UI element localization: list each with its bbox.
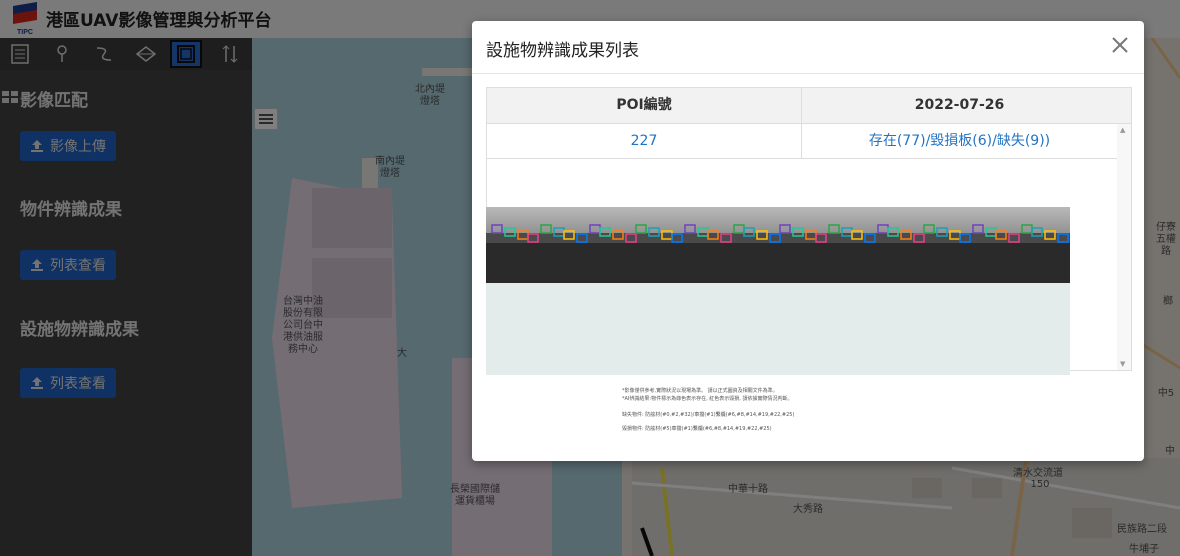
modal-header: 設施物辨識成果列表 <box>472 21 1144 74</box>
table-row: 227 存在(77)/毀損板(6)/缺失(9)) <box>487 124 1117 159</box>
poi-link[interactable]: 227 <box>487 124 801 158</box>
column-header-date: 2022-07-26 <box>914 97 1005 113</box>
result-link[interactable]: 存在(77)/毀損板(6)/缺失(9)) <box>802 124 1117 158</box>
result-notes: *影像僅供參考,實際狀況以現場為準。 請以正式圖資及相關文件為準。 *AI辨識結… <box>486 383 1106 457</box>
note-line: *影像僅供參考,實際狀況以現場為準。 請以正式圖資及相關文件為準。 <box>622 388 778 394</box>
table-scrollbar[interactable]: ▲ ▼ <box>1117 124 1131 370</box>
facility-result-modal: 設施物辨識成果列表 POI編號 2022-07-26 227 存在(77)/毀損… <box>472 21 1144 461</box>
note-line: *AI辨識結果:物件標示為綠色表示存在, 紅色表示毀損, 請依據實際情況判斷。 <box>622 396 793 402</box>
column-header-poi: POI編號 <box>616 97 672 113</box>
scroll-down-icon[interactable]: ▼ <box>1120 360 1125 368</box>
scroll-up-icon[interactable]: ▲ <box>1120 126 1125 134</box>
detection-image-background <box>486 283 1070 375</box>
modal-title: 設施物辨識成果列表 <box>486 41 639 61</box>
column-divider <box>801 88 802 158</box>
detection-image-canvas <box>486 207 1070 283</box>
close-icon[interactable] <box>1110 35 1130 55</box>
detection-image <box>486 207 1070 283</box>
missing-items-line: 缺失物件: 防舷材(#0,#2,#32)/車擋(#1)繫纜(#6,#8,#14,… <box>622 412 795 418</box>
table-header: POI編號 2022-07-26 <box>487 88 1131 124</box>
damaged-items-line: 毀損物件: 防舷材(#5)車擋(#1)繫纜(#6,#8,#14,#19,#22,… <box>622 426 772 432</box>
